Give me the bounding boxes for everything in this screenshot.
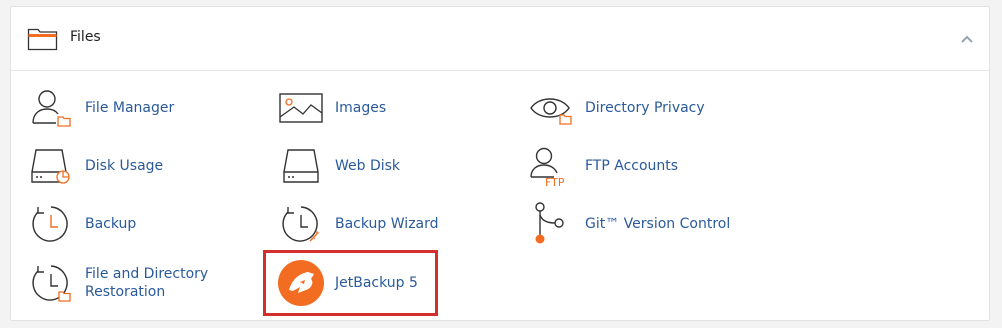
item-label: Images bbox=[335, 100, 387, 116]
backup-clock-icon bbox=[28, 201, 74, 247]
item-images[interactable]: Images bbox=[278, 83, 386, 133]
files-panel: Files File Manager Images Directory Priv… bbox=[10, 6, 990, 321]
item-disk-usage[interactable]: Disk Usage bbox=[28, 141, 163, 191]
item-file-manager[interactable]: File Manager bbox=[28, 83, 174, 133]
item-ftp-accounts[interactable]: FTP FTP Accounts bbox=[528, 141, 678, 191]
item-label: File Manager bbox=[85, 100, 175, 116]
restore-icon bbox=[28, 260, 74, 306]
item-backup-wizard[interactable]: Backup Wizard bbox=[278, 199, 439, 249]
item-label: Git™ Version Control bbox=[585, 216, 731, 232]
item-label: Backup bbox=[85, 216, 137, 232]
svg-text:FTP: FTP bbox=[545, 176, 565, 187]
item-label: Web Disk bbox=[335, 158, 401, 174]
item-label: File and Directory Restoration bbox=[85, 266, 209, 300]
file-manager-icon bbox=[28, 85, 74, 131]
panel-title: Files bbox=[70, 29, 101, 45]
ftp-user-icon: FTP bbox=[528, 143, 574, 189]
item-file-directory-restoration[interactable]: File and Directory Restoration bbox=[28, 258, 245, 308]
item-directory-privacy[interactable]: Directory Privacy bbox=[528, 83, 705, 133]
item-web-disk[interactable]: Web Disk bbox=[278, 141, 400, 191]
item-git-version-control[interactable]: Git™ Version Control bbox=[528, 199, 730, 249]
item-label: Backup Wizard bbox=[335, 216, 439, 232]
git-icon bbox=[528, 201, 574, 247]
highlight-box bbox=[263, 250, 438, 316]
disk-usage-icon bbox=[28, 143, 74, 189]
eye-icon bbox=[528, 85, 574, 131]
panel-header[interactable]: Files bbox=[11, 7, 989, 71]
item-backup[interactable]: Backup bbox=[28, 199, 136, 249]
web-disk-icon bbox=[278, 143, 324, 189]
item-label: FTP Accounts bbox=[585, 158, 679, 174]
backup-wizard-icon bbox=[278, 201, 324, 247]
folder-icon bbox=[27, 28, 58, 51]
item-label: Directory Privacy bbox=[585, 100, 705, 116]
chevron-up-icon[interactable] bbox=[959, 31, 975, 47]
image-icon bbox=[278, 85, 324, 131]
item-label: Disk Usage bbox=[85, 158, 164, 174]
